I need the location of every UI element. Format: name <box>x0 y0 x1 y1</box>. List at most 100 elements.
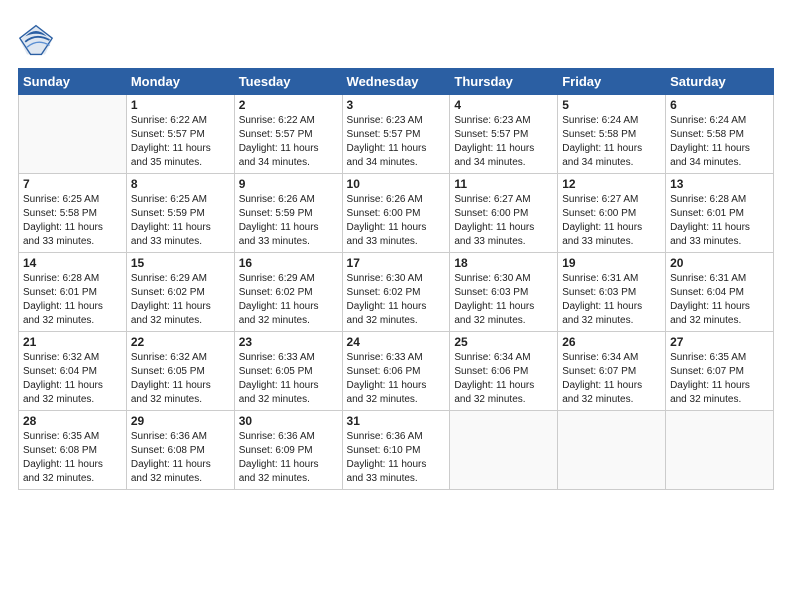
day-number: 25 <box>454 335 553 349</box>
calendar-cell: 14 Sunrise: 6:28 AM Sunset: 6:01 PM Dayli… <box>19 253 127 332</box>
day-info: Sunrise: 6:26 AM Sunset: 6:00 PM Dayligh… <box>347 193 446 249</box>
day-number: 8 <box>131 177 230 191</box>
day-number: 30 <box>239 414 338 428</box>
weekday-header-row: SundayMondayTuesdayWednesdayThursdayFrid… <box>19 69 774 95</box>
day-info: Sunrise: 6:31 AM Sunset: 6:03 PM Dayligh… <box>562 272 661 328</box>
calendar-cell: 31 Sunrise: 6:36 AM Sunset: 6:10 PM Dayli… <box>342 411 450 490</box>
day-info: Sunrise: 6:22 AM Sunset: 5:57 PM Dayligh… <box>239 114 338 170</box>
day-info: Sunrise: 6:33 AM Sunset: 6:05 PM Dayligh… <box>239 351 338 407</box>
day-number: 1 <box>131 98 230 112</box>
weekday-header-monday: Monday <box>126 69 234 95</box>
calendar-cell: 27 Sunrise: 6:35 AM Sunset: 6:07 PM Dayli… <box>666 332 774 411</box>
day-info: Sunrise: 6:32 AM Sunset: 6:05 PM Dayligh… <box>131 351 230 407</box>
calendar-cell: 15Sunrise: 6:29 AM Sunset: 6:02 PM Dayli… <box>126 253 234 332</box>
day-number: 6 <box>670 98 769 112</box>
day-info: Sunrise: 6:25 AM Sunset: 5:59 PM Dayligh… <box>131 193 230 249</box>
day-info: Sunrise: 6:23 AM Sunset: 5:57 PM Dayligh… <box>454 114 553 170</box>
calendar-cell <box>19 95 127 174</box>
day-number: 24 <box>347 335 446 349</box>
calendar: SundayMondayTuesdayWednesdayThursdayFrid… <box>18 68 774 490</box>
calendar-cell: 23 Sunrise: 6:33 AM Sunset: 6:05 PM Dayli… <box>234 332 342 411</box>
day-number: 20 <box>670 256 769 270</box>
day-number: 26 <box>562 335 661 349</box>
week-row-5: 28 Sunrise: 6:35 AM Sunset: 6:08 PM Dayli… <box>19 411 774 490</box>
day-info: Sunrise: 6:28 AM Sunset: 6:01 PM Dayligh… <box>670 193 769 249</box>
calendar-cell: 11Sunrise: 6:27 AM Sunset: 6:00 PM Dayli… <box>450 174 558 253</box>
day-info: Sunrise: 6:31 AM Sunset: 6:04 PM Dayligh… <box>670 272 769 328</box>
week-row-2: 7 Sunrise: 6:25 AM Sunset: 5:58 PM Daylig… <box>19 174 774 253</box>
calendar-cell <box>450 411 558 490</box>
day-info: Sunrise: 6:30 AM Sunset: 6:03 PM Dayligh… <box>454 272 553 328</box>
day-info: Sunrise: 6:27 AM Sunset: 6:00 PM Dayligh… <box>562 193 661 249</box>
weekday-header-friday: Friday <box>558 69 666 95</box>
week-row-4: 21Sunrise: 6:32 AM Sunset: 6:04 PM Dayli… <box>19 332 774 411</box>
day-info: Sunrise: 6:34 AM Sunset: 6:07 PM Dayligh… <box>562 351 661 407</box>
day-number: 31 <box>347 414 446 428</box>
day-info: Sunrise: 6:35 AM Sunset: 6:07 PM Dayligh… <box>670 351 769 407</box>
day-info: Sunrise: 6:35 AM Sunset: 6:08 PM Dayligh… <box>23 430 122 486</box>
weekday-header-wednesday: Wednesday <box>342 69 450 95</box>
day-number: 13 <box>670 177 769 191</box>
day-number: 10 <box>347 177 446 191</box>
day-info: Sunrise: 6:29 AM Sunset: 6:02 PM Dayligh… <box>131 272 230 328</box>
day-info: Sunrise: 6:29 AM Sunset: 6:02 PM Dayligh… <box>239 272 338 328</box>
calendar-cell: 4 Sunrise: 6:23 AM Sunset: 5:57 PM Daylig… <box>450 95 558 174</box>
calendar-cell: 6 Sunrise: 6:24 AM Sunset: 5:58 PM Daylig… <box>666 95 774 174</box>
calendar-cell: 30 Sunrise: 6:36 AM Sunset: 6:09 PM Dayli… <box>234 411 342 490</box>
day-number: 3 <box>347 98 446 112</box>
day-info: Sunrise: 6:34 AM Sunset: 6:06 PM Dayligh… <box>454 351 553 407</box>
weekday-header-sunday: Sunday <box>19 69 127 95</box>
calendar-cell: 16 Sunrise: 6:29 AM Sunset: 6:02 PM Dayli… <box>234 253 342 332</box>
calendar-cell: 5 Sunrise: 6:24 AM Sunset: 5:58 PM Daylig… <box>558 95 666 174</box>
day-number: 27 <box>670 335 769 349</box>
day-number: 9 <box>239 177 338 191</box>
calendar-cell: 7 Sunrise: 6:25 AM Sunset: 5:58 PM Daylig… <box>19 174 127 253</box>
day-number: 14 <box>23 256 122 270</box>
calendar-cell: 10 Sunrise: 6:26 AM Sunset: 6:00 PM Dayli… <box>342 174 450 253</box>
calendar-cell: 12 Sunrise: 6:27 AM Sunset: 6:00 PM Dayli… <box>558 174 666 253</box>
day-info: Sunrise: 6:22 AM Sunset: 5:57 PM Dayligh… <box>131 114 230 170</box>
day-info: Sunrise: 6:28 AM Sunset: 6:01 PM Dayligh… <box>23 272 122 328</box>
day-number: 12 <box>562 177 661 191</box>
day-number: 4 <box>454 98 553 112</box>
calendar-cell: 17Sunrise: 6:30 AM Sunset: 6:02 PM Dayli… <box>342 253 450 332</box>
weekday-header-saturday: Saturday <box>666 69 774 95</box>
logo-icon <box>18 22 54 58</box>
calendar-cell: 25 Sunrise: 6:34 AM Sunset: 6:06 PM Dayli… <box>450 332 558 411</box>
calendar-cell: 3Sunrise: 6:23 AM Sunset: 5:57 PM Daylig… <box>342 95 450 174</box>
day-number: 23 <box>239 335 338 349</box>
calendar-cell <box>666 411 774 490</box>
week-row-1: 1 Sunrise: 6:22 AM Sunset: 5:57 PM Daylig… <box>19 95 774 174</box>
day-info: Sunrise: 6:32 AM Sunset: 6:04 PM Dayligh… <box>23 351 122 407</box>
day-info: Sunrise: 6:24 AM Sunset: 5:58 PM Dayligh… <box>670 114 769 170</box>
calendar-cell: 18 Sunrise: 6:30 AM Sunset: 6:03 PM Dayli… <box>450 253 558 332</box>
day-number: 11 <box>454 177 553 191</box>
day-info: Sunrise: 6:36 AM Sunset: 6:09 PM Dayligh… <box>239 430 338 486</box>
day-number: 29 <box>131 414 230 428</box>
calendar-cell: 19Sunrise: 6:31 AM Sunset: 6:03 PM Dayli… <box>558 253 666 332</box>
weekday-header-tuesday: Tuesday <box>234 69 342 95</box>
day-info: Sunrise: 6:36 AM Sunset: 6:08 PM Dayligh… <box>131 430 230 486</box>
calendar-cell: 21Sunrise: 6:32 AM Sunset: 6:04 PM Dayli… <box>19 332 127 411</box>
day-number: 16 <box>239 256 338 270</box>
day-number: 28 <box>23 414 122 428</box>
logo <box>18 22 58 58</box>
day-info: Sunrise: 6:33 AM Sunset: 6:06 PM Dayligh… <box>347 351 446 407</box>
weekday-header-thursday: Thursday <box>450 69 558 95</box>
calendar-cell: 29 Sunrise: 6:36 AM Sunset: 6:08 PM Dayli… <box>126 411 234 490</box>
calendar-cell: 28 Sunrise: 6:35 AM Sunset: 6:08 PM Dayli… <box>19 411 127 490</box>
day-number: 18 <box>454 256 553 270</box>
calendar-cell: 1 Sunrise: 6:22 AM Sunset: 5:57 PM Daylig… <box>126 95 234 174</box>
day-number: 5 <box>562 98 661 112</box>
calendar-cell: 9 Sunrise: 6:26 AM Sunset: 5:59 PM Daylig… <box>234 174 342 253</box>
day-info: Sunrise: 6:25 AM Sunset: 5:58 PM Dayligh… <box>23 193 122 249</box>
calendar-cell: 26 Sunrise: 6:34 AM Sunset: 6:07 PM Dayli… <box>558 332 666 411</box>
day-info: Sunrise: 6:36 AM Sunset: 6:10 PM Dayligh… <box>347 430 446 486</box>
day-info: Sunrise: 6:26 AM Sunset: 5:59 PM Dayligh… <box>239 193 338 249</box>
day-number: 7 <box>23 177 122 191</box>
calendar-cell: 8 Sunrise: 6:25 AM Sunset: 5:59 PM Daylig… <box>126 174 234 253</box>
calendar-cell <box>558 411 666 490</box>
calendar-cell: 22Sunrise: 6:32 AM Sunset: 6:05 PM Dayli… <box>126 332 234 411</box>
header <box>18 18 774 58</box>
day-info: Sunrise: 6:24 AM Sunset: 5:58 PM Dayligh… <box>562 114 661 170</box>
